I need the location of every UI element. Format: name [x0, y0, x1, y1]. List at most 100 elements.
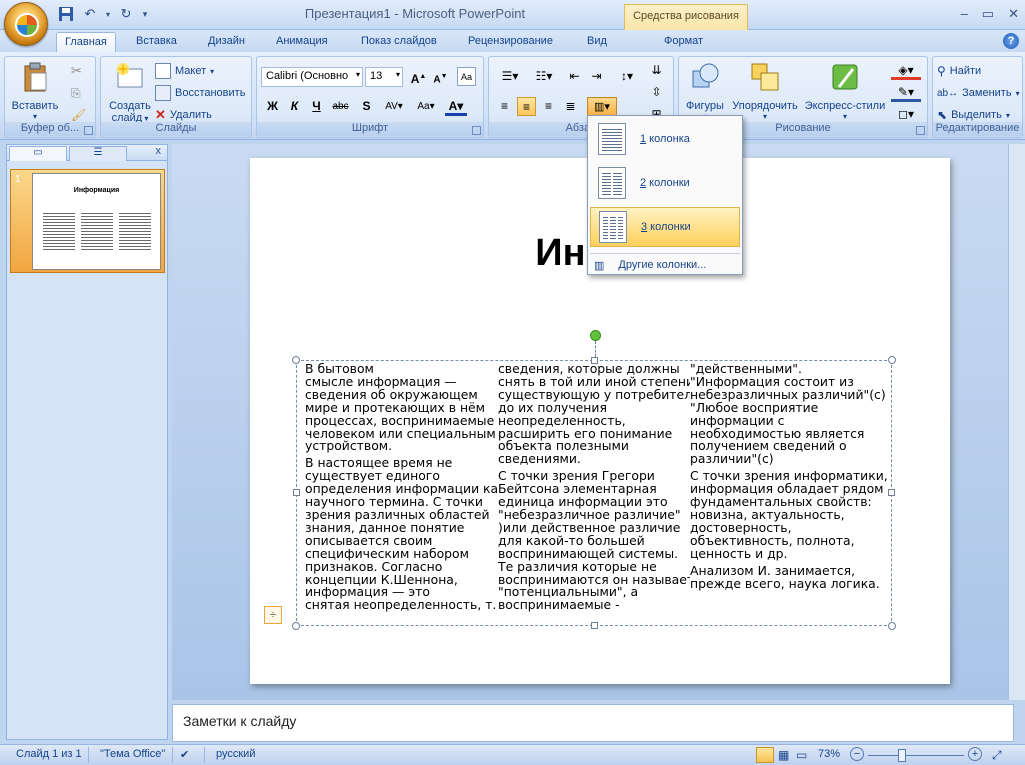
bold-icon[interactable]: Ж [263, 97, 282, 116]
tab-animation[interactable]: Анимация [268, 32, 336, 52]
menu-item-three-columns[interactable]: 3 колонки [590, 207, 740, 247]
grow-font-icon[interactable]: A▲ [409, 67, 428, 86]
slide-thumbnail-selected[interactable]: 1 Информация [10, 169, 165, 273]
theme-name[interactable]: "Тема Office" [100, 748, 165, 760]
font-name-combo[interactable]: Calibri (Основно ▾ [261, 67, 363, 87]
slide-sorter-icon[interactable]: ▦ [778, 748, 789, 762]
resize-handle-l[interactable] [293, 489, 300, 496]
bullets-icon[interactable]: ☰▾ [495, 67, 525, 86]
replace-button[interactable]: ab↔ Заменить ▾ [937, 83, 1020, 103]
notes-pane[interactable]: Заметки к слайду [172, 704, 1014, 742]
menu-item-more-columns[interactable]: ▥ Другие колонки... [594, 256, 706, 274]
justify-icon[interactable]: ≣ [561, 97, 580, 116]
font-launcher-icon[interactable] [472, 126, 481, 135]
align-text-icon[interactable]: ⇳ [647, 83, 666, 102]
numbering-icon[interactable]: ☷▾ [529, 67, 559, 86]
new-slide-button[interactable]: Создать слайд ▾ [105, 61, 155, 124]
clear-formatting-icon[interactable]: Aa [457, 67, 476, 86]
reset-button[interactable]: Восстановить [155, 83, 245, 103]
restore-icon[interactable]: ▭ [982, 6, 994, 22]
resize-handle-bl[interactable] [292, 622, 300, 630]
text-placeholder[interactable]: В бытовом смысле информация — сведения об … [292, 356, 896, 630]
change-case-icon[interactable]: Aa▾ [413, 97, 439, 116]
paste-button[interactable]: Вставить ▾ [11, 61, 59, 121]
italic-icon[interactable]: К [285, 97, 304, 116]
help-icon[interactable]: ? [1003, 33, 1019, 49]
clipboard-launcher-icon[interactable] [84, 126, 93, 135]
columns-icon[interactable]: ▥▾ [587, 97, 617, 116]
spellcheck-icon[interactable]: ✔ [180, 748, 189, 761]
quick-styles-button[interactable]: Экспресс-стили ▾ [803, 61, 887, 121]
arrange-button[interactable]: Упорядочить ▾ [727, 61, 803, 121]
text-direction-icon[interactable]: ⇊ [647, 61, 666, 80]
align-center-icon[interactable]: ≡ [517, 97, 536, 116]
undo-icon[interactable]: ↶ [80, 5, 100, 23]
font-color-icon[interactable]: A▾ [445, 97, 467, 116]
replace-icon: ab↔ [937, 87, 959, 99]
font-size-dropdown-icon[interactable]: ▾ [396, 70, 400, 79]
quick-access-toolbar: ↶ ▾ ↻ ▾ [56, 5, 150, 23]
resize-handle-b[interactable] [591, 622, 598, 629]
group-label-slides: Слайды [101, 122, 251, 136]
decrease-indent-icon[interactable]: ⇤ [565, 67, 584, 86]
copy-button[interactable]: ⎘ [71, 83, 81, 103]
resize-handle-tr[interactable] [888, 356, 896, 364]
shape-outline-icon[interactable]: ✎▾ [891, 83, 921, 102]
tab-insert[interactable]: Вставка [128, 32, 185, 52]
zoom-in-icon[interactable]: + [968, 747, 982, 761]
vertical-scrollbar[interactable] [1008, 144, 1025, 700]
menu-item-two-columns[interactable]: 2 колонки [590, 163, 740, 203]
menu-item-three-columns-label: 3 колонки [641, 221, 691, 233]
find-button[interactable]: ⚲ Найти [937, 61, 981, 81]
close-pane-icon[interactable]: x [156, 145, 162, 157]
customize-qat-icon[interactable]: ▾ [140, 5, 150, 23]
tab-view[interactable]: Вид [579, 32, 615, 52]
zoom-slider[interactable] [868, 755, 964, 756]
align-left-icon[interactable]: ≡ [495, 97, 514, 116]
resize-handle-t[interactable] [591, 357, 598, 364]
minimize-icon[interactable]: – [961, 6, 968, 22]
tab-outline[interactable]: ☰ [69, 146, 127, 161]
tab-review[interactable]: Рецензирование [460, 32, 561, 52]
strikethrough-icon[interactable]: abc [331, 97, 350, 116]
undo-dropdown-icon[interactable]: ▾ [104, 5, 112, 23]
zoom-level[interactable]: 73% [818, 748, 840, 760]
align-right-icon[interactable]: ≡ [539, 97, 558, 116]
tab-slideshow[interactable]: Показ слайдов [353, 32, 445, 52]
tab-home[interactable]: Главная [56, 32, 116, 52]
shadow-icon[interactable]: S [357, 97, 376, 116]
office-button[interactable] [4, 2, 48, 46]
drawing-launcher-icon[interactable] [916, 126, 925, 135]
slide-thumbnail[interactable]: Информация [32, 173, 161, 270]
zoom-out-icon[interactable]: − [850, 747, 864, 761]
shapes-button[interactable]: Фигуры ▾ [681, 61, 729, 121]
shape-fill-icon[interactable]: ◈▾ [891, 61, 921, 80]
rotation-handle[interactable] [590, 330, 601, 341]
tab-slides[interactable]: ▭ [9, 146, 67, 161]
resize-handle-r[interactable] [888, 489, 895, 496]
char-spacing-icon[interactable]: AV▾ [381, 97, 407, 116]
tab-design[interactable]: Дизайн [200, 32, 253, 52]
fit-to-window-icon[interactable]: ⤢ [992, 748, 1002, 763]
menu-item-one-column[interactable]: 1 колонка [590, 119, 740, 159]
language[interactable]: русский [216, 748, 255, 760]
autofit-options-icon[interactable]: ÷ [264, 606, 282, 624]
redo-icon[interactable]: ↻ [116, 5, 136, 23]
line-spacing-icon[interactable]: ↕▾ [613, 67, 641, 86]
layout-button[interactable]: Макет ▾ [155, 61, 214, 81]
slideshow-view-icon[interactable]: ▭ [796, 748, 807, 762]
close-icon[interactable]: ✕ [1008, 6, 1019, 22]
group-label-font: Шрифт [257, 122, 483, 136]
increase-indent-icon[interactable]: ⇥ [587, 67, 606, 86]
tab-format[interactable]: Формат [656, 32, 711, 52]
cut-button[interactable]: ✂ [71, 61, 82, 81]
resize-handle-tl[interactable] [292, 356, 300, 364]
zoom-slider-thumb[interactable] [898, 749, 906, 762]
shrink-font-icon[interactable]: A▼ [431, 67, 450, 86]
normal-view-icon[interactable] [756, 747, 774, 763]
font-name-dropdown-icon[interactable]: ▾ [356, 70, 360, 79]
font-size-combo[interactable]: 13 ▾ [365, 67, 403, 87]
underline-icon[interactable]: Ч [307, 97, 326, 116]
save-icon[interactable] [56, 5, 76, 23]
resize-handle-br[interactable] [888, 622, 896, 630]
